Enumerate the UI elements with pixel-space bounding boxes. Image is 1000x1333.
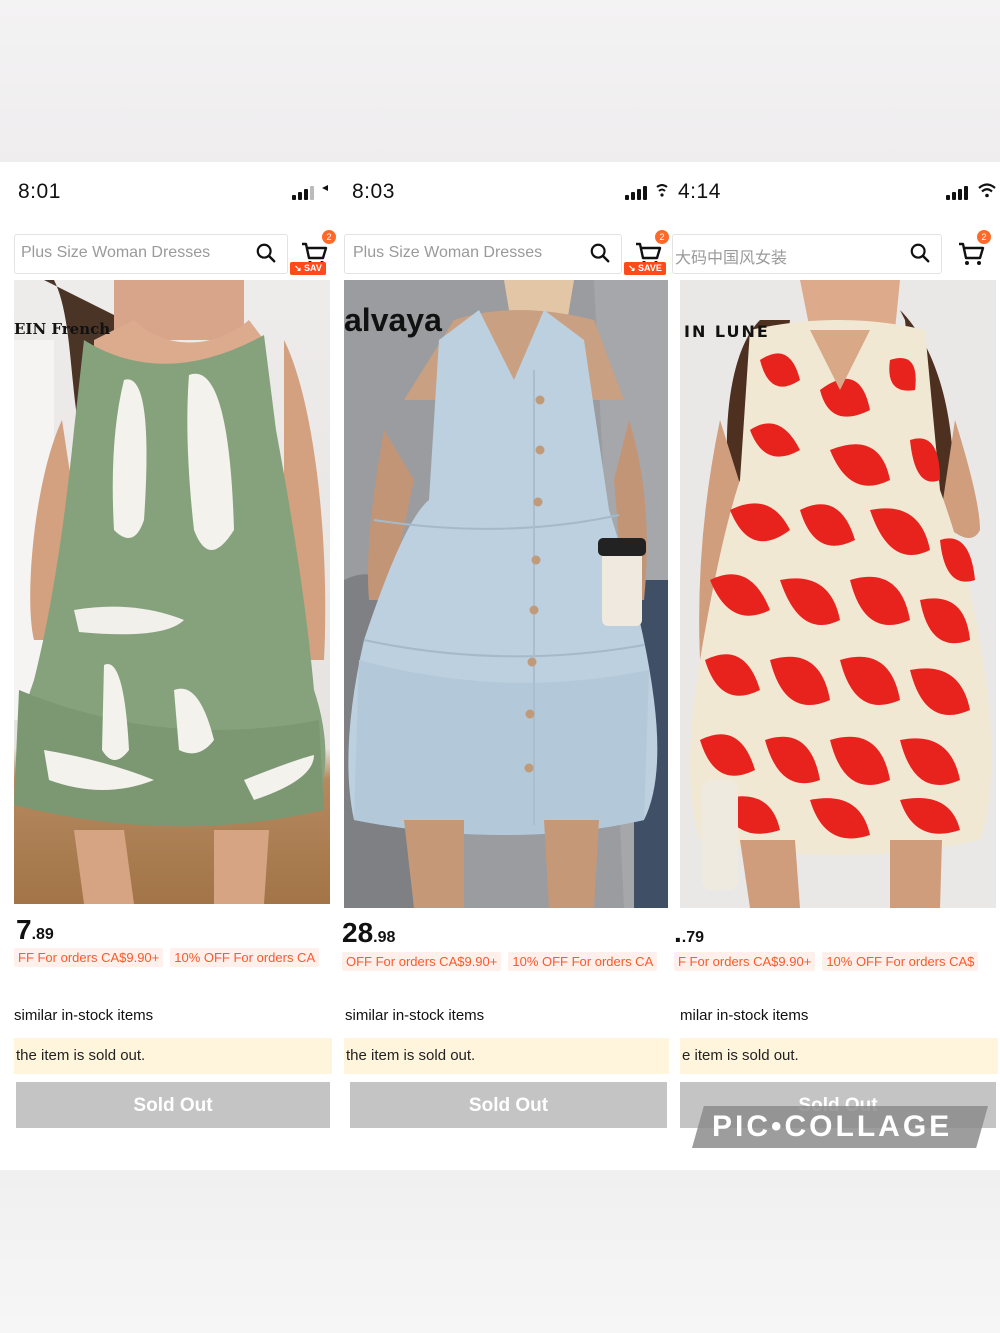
product-price: ..79: [674, 917, 704, 949]
status-bar: 4:14: [672, 162, 1000, 222]
screenshot-panel-3: 4:14 大码中国风女装 2 IN LUNE ..79 F For orders…: [672, 162, 1000, 1170]
promo-tag: OFF For orders CA$9.90+: [342, 952, 502, 971]
cellular-signal-icon: [625, 184, 649, 200]
promo-tag: 10% OFF For orders CA: [508, 952, 658, 971]
promo-row: OFF For orders CA$9.90+ 10% OFF For order…: [342, 952, 668, 974]
cellular-signal-icon: [946, 184, 970, 200]
promo-row: FF For orders CA$9.90+ 10% OFF For orders…: [14, 948, 332, 970]
cart-count-badge: 2: [655, 230, 669, 244]
similar-items-heading[interactable]: milar in-stock items: [680, 1007, 808, 1024]
wifi-icon: [322, 185, 328, 191]
save-tag: ↘ SAV: [290, 262, 326, 275]
price-main: 28: [342, 917, 374, 948]
status-time: 8:03: [352, 180, 395, 203]
search-input[interactable]: Plus Size Woman Dresses: [14, 234, 288, 274]
blue-dress-photo: [344, 280, 668, 908]
search-row: Plus Size Woman Dresses 2: [0, 230, 336, 278]
cellular-signal-icon: [292, 184, 316, 200]
price-main: .: [674, 917, 682, 948]
promo-row: F For orders CA$9.90+ 10% OFF For orders …: [674, 952, 1000, 974]
similar-items-heading[interactable]: similar in-stock items: [345, 1007, 484, 1024]
search-input[interactable]: Plus Size Woman Dresses: [344, 234, 622, 274]
search-icon[interactable]: [589, 242, 611, 264]
watermark-text: PIC•COLLAGE: [712, 1110, 953, 1143]
screenshot-collage: 8:01 Plus Size Woman Dresses 2 ↘ SAV EIN…: [0, 162, 1000, 1170]
sold-out-button[interactable]: Sold Out: [16, 1082, 330, 1128]
status-bar: 8:03: [336, 162, 672, 222]
cart-count-badge: 2: [977, 230, 991, 244]
product-image[interactable]: EIN French: [14, 280, 330, 904]
promo-tag: 10% OFF For orders CA$: [822, 952, 979, 971]
cart-count-badge: 2: [322, 230, 336, 244]
save-tag-label: SAVE: [638, 263, 662, 273]
price-cents: .98: [373, 929, 396, 946]
search-placeholder: Plus Size Woman Dresses: [21, 244, 211, 261]
promo-tag: F For orders CA$9.90+: [674, 952, 816, 971]
brand-watermark: alvaya: [344, 302, 442, 338]
product-price: 7.89: [16, 914, 54, 946]
wifi-icon: [978, 183, 996, 198]
brand-watermark: IN LUNE: [684, 322, 770, 341]
search-placeholder: 大码中国风女装: [675, 250, 788, 267]
product-image[interactable]: alvaya: [344, 280, 668, 908]
wifi-icon: [656, 184, 668, 197]
product-price: 28.98: [342, 917, 395, 949]
collage-bottom-margin: [0, 1170, 1000, 1333]
search-placeholder: Plus Size Woman Dresses: [353, 244, 543, 261]
price-cents: .89: [31, 926, 54, 943]
red-floral-dress-photo: [680, 280, 996, 908]
price-cents: .79: [681, 929, 705, 946]
screenshot-panel-1: 8:01 Plus Size Woman Dresses 2 ↘ SAV EIN…: [0, 162, 336, 1170]
sold-out-notice: e item is sold out.: [680, 1038, 998, 1074]
search-row: Plus Size Woman Dresses 2: [336, 230, 672, 278]
product-image[interactable]: IN LUNE: [680, 280, 996, 908]
save-tag-label: SAV: [304, 263, 322, 273]
price-main: 7: [16, 914, 32, 945]
sold-out-notice: the item is sold out.: [14, 1038, 332, 1074]
screenshot-panel-2: 8:03 Plus Size Woman Dresses 2 ↘ SAVE al…: [336, 162, 672, 1170]
green-dress-photo: [14, 280, 330, 904]
collage-top-margin: [0, 0, 1000, 162]
pic-collage-watermark: PIC•COLLAGE: [692, 1106, 988, 1148]
status-bar: 8:01: [0, 162, 336, 222]
status-time: 8:01: [18, 180, 61, 203]
similar-items-heading[interactable]: similar in-stock items: [14, 1007, 153, 1024]
search-icon[interactable]: [909, 242, 931, 264]
search-icon[interactable]: [255, 242, 277, 264]
sold-out-notice: the item is sold out.: [344, 1038, 669, 1074]
status-time: 4:14: [678, 180, 721, 203]
save-tag: ↘ SAVE: [624, 262, 666, 275]
search-row: 大码中国风女装 2: [672, 230, 1000, 278]
promo-tag: FF For orders CA$9.90+: [14, 948, 164, 967]
search-input[interactable]: 大码中国风女装: [672, 234, 942, 274]
sold-out-button[interactable]: Sold Out: [350, 1082, 667, 1128]
brand-watermark: EIN French: [14, 320, 111, 338]
promo-tag: 10% OFF For orders CA: [170, 948, 320, 967]
